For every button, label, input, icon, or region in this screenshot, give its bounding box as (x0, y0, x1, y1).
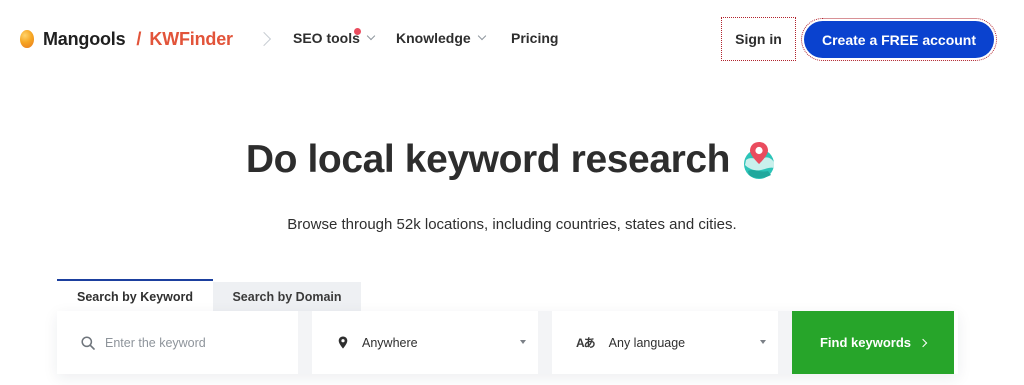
nav-item-pricing[interactable]: Pricing (511, 30, 558, 46)
tab-search-by-domain[interactable]: Search by Domain (213, 282, 361, 312)
mangools-logo-icon (20, 30, 34, 48)
language-select[interactable]: Aあ Any language (552, 311, 778, 374)
product-name: KWFinder (149, 28, 233, 49)
field-divider (298, 311, 312, 374)
chevron-down-icon (477, 31, 486, 41)
search-form: Enter the keyword Anywhere Aあ Any langua… (57, 311, 958, 374)
create-account-label: Create a FREE account (804, 21, 994, 58)
sign-in-button[interactable]: Sign in (721, 17, 796, 61)
brand-separator: / (136, 28, 142, 49)
field-divider (538, 311, 552, 374)
caret-down-icon (760, 340, 766, 344)
translate-icon: Aあ (576, 336, 596, 350)
location-pin-icon (338, 336, 348, 349)
logo[interactable]: Mangools / KWFinder (20, 27, 233, 51)
search-icon (81, 335, 95, 350)
location-select[interactable]: Anywhere (312, 311, 538, 374)
nav-item-knowledge[interactable]: Knowledge (396, 30, 486, 46)
hero-heading: Do local keyword research (0, 138, 1024, 182)
brand-name: Mangools (43, 28, 126, 49)
chevron-down-icon (366, 31, 376, 41)
nav-item-label: Knowledge (396, 30, 471, 46)
nav-item-seo-tools[interactable]: SEO tools (293, 28, 376, 46)
site-header: Mangools / KWFinder SEO tools Knowledge … (0, 0, 1024, 78)
find-keywords-label: Find keywords (819, 335, 912, 350)
notification-dot (354, 28, 361, 35)
keyword-input[interactable]: Enter the keyword (57, 311, 298, 374)
language-value: Any language (608, 335, 686, 350)
globe-pin-icon (742, 140, 778, 180)
page-title: Do local keyword research (245, 138, 731, 181)
create-account-button[interactable]: Create a FREE account (801, 18, 997, 61)
location-value: Anywhere (362, 335, 418, 350)
nav-divider-chevron-icon (259, 25, 269, 53)
caret-down-icon (520, 340, 526, 344)
tab-search-by-keyword[interactable]: Search by Keyword (57, 279, 213, 312)
find-keywords-button[interactable]: Find keywords (792, 311, 954, 374)
nav-item-label: SEO tools (293, 30, 360, 46)
field-divider (778, 311, 792, 374)
nav-item-label: Pricing (511, 30, 559, 46)
chevron-right-icon (918, 338, 928, 347)
keyword-placeholder: Enter the keyword (105, 335, 206, 350)
hero-subtitle: Browse through 52k locations, including … (287, 216, 737, 233)
